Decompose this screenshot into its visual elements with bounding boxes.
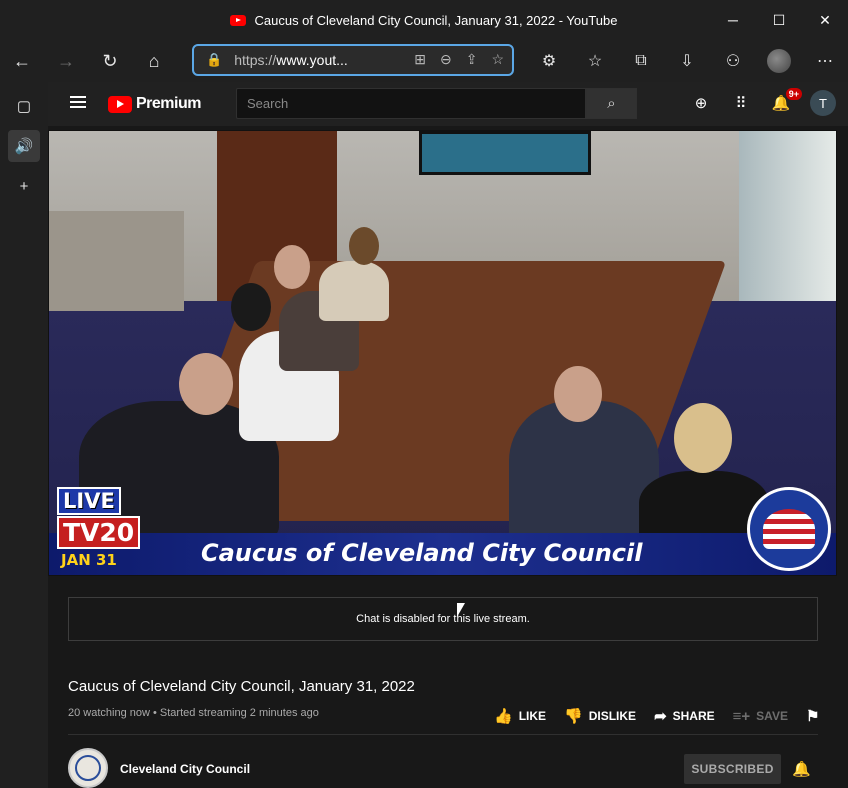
downloads-icon[interactable]: ⇩ [664,51,710,71]
video-player[interactable]: Caucus of Cleveland City Council LIVE TV… [48,130,837,576]
subscribed-button[interactable]: SUBSCRIBED [684,754,781,784]
apps-grid-icon[interactable]: ⠿ [730,94,752,112]
audio-tab-button[interactable]: 🔊 [8,130,40,162]
profile-avatar [767,49,791,73]
menu-icon[interactable] [70,96,86,108]
report-button[interactable]: ⚑ [806,707,819,725]
url-prefix: https:// [234,52,277,68]
forward-button[interactable]: → [44,40,88,82]
like-button[interactable]: 👍 LIKE [494,707,546,725]
thumbs-down-icon: 👎 [564,708,583,725]
address-bar[interactable]: 🔒 https://www.yout... ⊞ ⊖ ⇪ ☆ [192,44,514,76]
flag-icon: ⚑ [805,708,820,725]
city-of-cleveland-seal [747,487,831,571]
video-person-head [179,353,233,415]
notification-badge: 9+ [785,88,802,100]
video-person-head [554,366,602,422]
video-person [319,261,389,321]
youtube-play-icon [108,95,132,113]
app-available-icon[interactable]: ⊞ [414,51,426,68]
channel-notification-bell-icon[interactable]: 🔔 [792,760,811,778]
new-tab-button[interactable]: + [8,170,40,202]
back-arrow-icon: ← [13,50,31,71]
channel-seal-icon [75,755,101,781]
forward-arrow-icon: → [57,50,75,71]
youtube-header: Premium Search ⌕ ⊕ ⠿ 🔔 9+ T [48,82,848,126]
browser-sidebar: ▢ 🔊 + [0,82,48,788]
user-avatar[interactable]: T [810,90,836,116]
add-favorite-icon[interactable]: ☆ [491,51,504,68]
seal-flag-icon [763,509,815,549]
save-button[interactable]: ≡+ SAVE [733,708,788,725]
favorites-icon[interactable]: ☆ [572,51,618,71]
broadcast-lower-third: Caucus of Cleveland City Council [49,533,836,575]
youtube-logo-text: Premium [136,95,201,112]
window-title-text: Caucus of Cleveland City Council, Januar… [254,12,618,28]
lock-icon: 🔒 [206,52,223,67]
share-label: SHARE [672,709,715,723]
broadcast-title: Caucus of Cleveland City Council [201,539,643,567]
section-divider [68,734,818,735]
extensions-icon[interactable]: ⚙ [526,51,572,71]
window-titlebar: Caucus of Cleveland City Council, Januar… [0,0,848,40]
youtube-page: Premium Search ⌕ ⊕ ⠿ 🔔 9+ T Caucus of Cl… [48,82,848,788]
window-title: Caucus of Cleveland City Council, Januar… [230,12,618,28]
browser-toolbar: ← → ↻ ⌂ 🔒 https://www.yout... ⊞ ⊖ ⇪ ☆ ⚙ … [0,40,848,82]
channel-name[interactable]: Cleveland City Council [120,762,250,776]
dislike-label: DISLIKE [588,709,637,723]
create-video-icon[interactable]: ⊕ [690,94,712,112]
video-person-head [231,283,271,331]
home-button[interactable]: ⌂ [132,40,176,82]
video-person-head [674,403,732,473]
speaker-icon: 🔊 [14,138,34,155]
dislike-button[interactable]: 👎 DISLIKE [564,707,636,725]
search-button[interactable]: ⌕ [586,88,637,119]
save-playlist-icon: ≡+ [732,707,751,725]
video-person [509,401,659,551]
plus-icon: + [19,177,29,195]
tab-actions-button[interactable]: ▢ [8,90,40,122]
youtube-logo[interactable]: Premium [108,95,201,113]
home-icon: ⌂ [148,50,160,71]
video-title: Caucus of Cleveland City Council, Januar… [68,678,415,695]
close-window-button[interactable]: ✕ [802,0,848,40]
maximize-button[interactable]: ☐ [756,0,802,40]
reload-button[interactable]: ↻ [88,40,132,82]
live-label: LIVE [57,487,121,515]
video-scene-desk [49,211,184,311]
profile-button[interactable] [756,49,802,73]
video-meta: 20 watching now • Started streaming 2 mi… [68,707,319,719]
thumbs-up-icon: 👍 [494,708,513,725]
video-scene-monitor [419,131,591,175]
video-person-head [274,245,310,289]
tv20-live-logo: LIVE TV20 JAN 31 [57,487,141,571]
like-label: LIKE [518,709,547,723]
mouse-cursor-icon [457,603,465,617]
notifications-button[interactable]: 🔔 9+ [770,88,802,112]
share-icon: ➦ [654,708,667,725]
video-actions: 👍 LIKE 👎 DISLIKE ➦ SHARE ≡+ SAVE ⚑ [494,707,819,726]
settings-more-button[interactable]: ⋯ [802,51,848,71]
back-button[interactable]: ← [0,40,44,82]
minimize-button[interactable]: ─ [710,0,756,40]
collections-icon[interactable]: ⧉ [618,52,664,70]
share-page-icon[interactable]: ⇪ [466,51,478,68]
video-person-head [349,227,379,265]
search-icon: ⌕ [607,95,616,112]
search-input[interactable]: Search [236,88,586,119]
reload-icon: ↻ [102,50,118,71]
url-domain: www.yout... [276,52,348,68]
chat-disabled-message: Chat is disabled for this live stream. [356,613,530,625]
tv20-label: TV20 [57,516,141,549]
broadcast-date: JAN 31 [61,551,117,569]
youtube-favicon-icon [230,14,247,26]
channel-avatar[interactable] [68,748,108,788]
chat-disabled-panel: Chat is disabled for this live stream. [68,597,818,641]
zoom-icon[interactable]: ⊖ [440,51,452,68]
browser-essentials-icon[interactable]: ⚇ [710,51,756,71]
save-label: SAVE [756,709,788,723]
share-button[interactable]: ➦ SHARE [654,707,715,725]
tabs-icon: ▢ [16,98,32,115]
